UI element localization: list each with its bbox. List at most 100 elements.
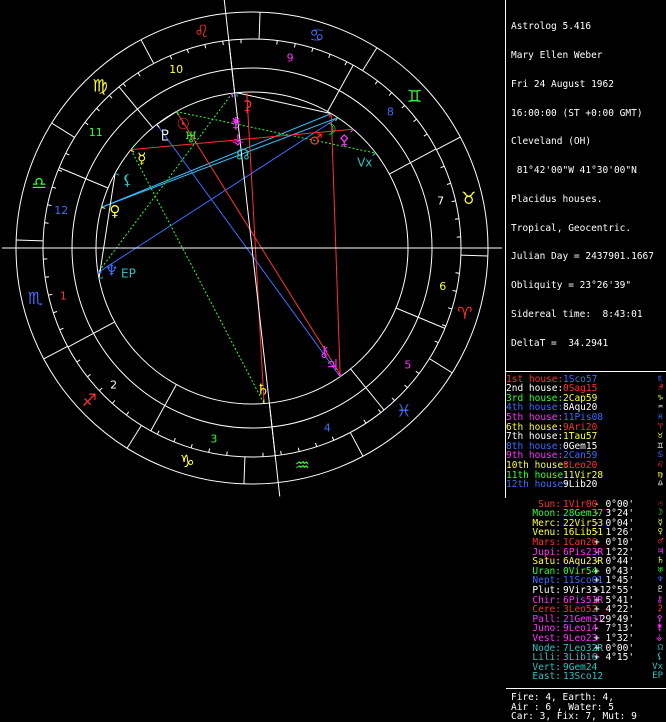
row-value: 3Leo52	[563, 605, 597, 615]
planet-row: Nept:11Sco01+ 1°45'♆	[506, 576, 666, 586]
planet-tick	[115, 173, 119, 175]
row-value: 9Leo23	[563, 634, 597, 644]
planet-row: Jupi:6Pis23R- 1°22'♃	[506, 548, 666, 558]
planet-row: Lili:3Lib16+ 4°15'⚸	[506, 653, 666, 663]
planet-row: Sun:1Vir00- 0°00'☉	[506, 500, 666, 510]
row-value: 9Gem24	[563, 663, 597, 673]
degree-tick	[205, 44, 206, 48]
degree-tick	[48, 205, 52, 206]
row-label: East:	[506, 672, 561, 682]
degree-tick	[329, 54, 330, 58]
program-title: Astrolog 5.416	[511, 22, 666, 32]
degree-tick	[209, 449, 210, 453]
degree-tick	[375, 81, 377, 84]
degree-tick	[58, 170, 62, 171]
planet-tick	[373, 153, 376, 155]
house-cusp-line	[68, 322, 115, 347]
zodiac-sign-icon: ♑	[180, 452, 195, 472]
house-number: 9	[287, 51, 294, 64]
aspect-line	[131, 150, 264, 404]
house-number: 3	[210, 433, 217, 446]
row-latitude: - 0°44'	[594, 557, 634, 567]
degree-tick	[60, 328, 64, 330]
planet-row: Satu:6Aqu23R- 0°44'♄	[506, 557, 666, 567]
summary-modes: Car: 3, Fix: 7, Mut: 9	[506, 712, 666, 722]
planet-icon: ♄	[256, 381, 269, 399]
row-latitude: + 4°22'	[594, 605, 634, 615]
planet-icon: ☽	[323, 120, 336, 138]
sign-boundary	[141, 40, 154, 64]
sign-boundary	[363, 48, 377, 71]
row-label: Moon:	[506, 509, 561, 519]
aspect-line	[101, 114, 331, 208]
row-latitude: - 0°00'	[594, 500, 634, 510]
row-glyph-icon: ⚷	[656, 596, 663, 606]
planet-row: Vest:9Leo23+ 1°32'⚶	[506, 634, 666, 644]
row-glyph-icon: ♂	[658, 538, 663, 548]
zodiac-sign-icon: ♍	[92, 76, 107, 96]
degree-tick	[52, 187, 56, 188]
obliquity: Obliquity = 23°26'39"	[511, 281, 666, 291]
row-latitude: - 3°24'	[594, 509, 634, 519]
chart-header: Astrolog 5.416 Mary Ellen Weber Fri 24 A…	[506, 0, 666, 368]
degree-tick	[281, 451, 282, 455]
planet-row: Mars:1Can26+ 0°10'♂	[506, 538, 666, 548]
divider	[506, 371, 666, 372]
julian-day: Julian Day = 2437901.1667	[511, 252, 666, 262]
zodiac-sign-icon: ♎	[32, 174, 47, 194]
planet-tick	[101, 207, 105, 208]
zodiac-type: Tropical, Geocentric.	[511, 224, 666, 234]
degree-tick	[157, 431, 159, 435]
house-cusp-line	[389, 149, 436, 174]
row-glyph-icon: ☿	[658, 519, 663, 529]
planet-row: Node:7Leo32R+ 0°00'☊	[506, 644, 666, 654]
degree-tick	[170, 56, 172, 60]
row-latitude: + 4°15'	[594, 653, 634, 663]
sign-boundary	[259, 12, 260, 39]
row-latitude: + 0°43'	[594, 567, 634, 577]
row-latitude: + 0°10'	[594, 538, 634, 548]
row-latitude: + 1°32'	[594, 634, 634, 644]
planet-icon: ☿	[137, 150, 146, 168]
row-label: Lili:	[506, 653, 561, 663]
planet-row: Juno:9Leo14- 7°13'⚵	[506, 624, 666, 634]
row-label: Node:	[506, 644, 561, 654]
native-name: Mary Ellen Weber	[511, 51, 666, 61]
planet-icon: ⚳	[242, 97, 253, 115]
zodiac-sign-icon: ♋	[309, 26, 324, 46]
row-label: Satu:	[506, 557, 561, 567]
degree-tick	[316, 443, 317, 447]
planet-row: Uran:0Vir54+ 0°43'♅	[506, 567, 666, 577]
row-value: 1Can26	[563, 538, 597, 548]
degree-tick	[97, 108, 100, 111]
degree-tick	[85, 122, 88, 124]
row-glyph-icon: ♀	[658, 528, 663, 538]
degree-tick	[66, 153, 70, 155]
row-latitude: -29°49'	[594, 615, 634, 625]
delta-t: DeltaT = 34.2941	[511, 339, 666, 349]
row-label: Vert:	[506, 663, 561, 673]
zodiac-sign-icon: ♐	[82, 391, 97, 411]
row-label: Uran:	[506, 567, 561, 577]
zodiac-sign-icon: ♓	[396, 402, 411, 422]
row-glyph-icon: ♃	[658, 548, 663, 558]
sign-boundary	[16, 240, 43, 241]
planet-icon: ♂	[309, 130, 322, 148]
planet-row: Vert:9Gem24Vx	[506, 663, 666, 673]
info-panel: Astrolog 5.416 Mary Ellen Weber Fri 24 A…	[505, 0, 666, 498]
row-glyph-icon: ⚸	[656, 653, 663, 663]
degree-tick	[413, 119, 416, 121]
row-glyph-icon: ☉	[658, 500, 663, 510]
degree-tick	[424, 134, 427, 136]
planet-icon: Vx	[357, 156, 372, 170]
summary-fire-earth: Fire: 4, Earth: 4,	[506, 693, 666, 703]
planet-table: Sun:1Vir00- 0°00'☉Moon:28Gem37- 3°24'☽Me…	[506, 500, 666, 682]
house-number: 5	[404, 358, 411, 371]
planet-row: East:13Sco12EP	[506, 672, 666, 682]
sign-boundary	[350, 432, 363, 456]
row-value: 13Sco12	[563, 672, 603, 682]
row-label: Nept:	[506, 576, 561, 586]
planet-icon: ♀	[109, 202, 120, 220]
row-glyph-icon: ⚶	[655, 634, 663, 644]
planet-row: Pall:21Gem31-29°49'⚴	[506, 615, 666, 625]
